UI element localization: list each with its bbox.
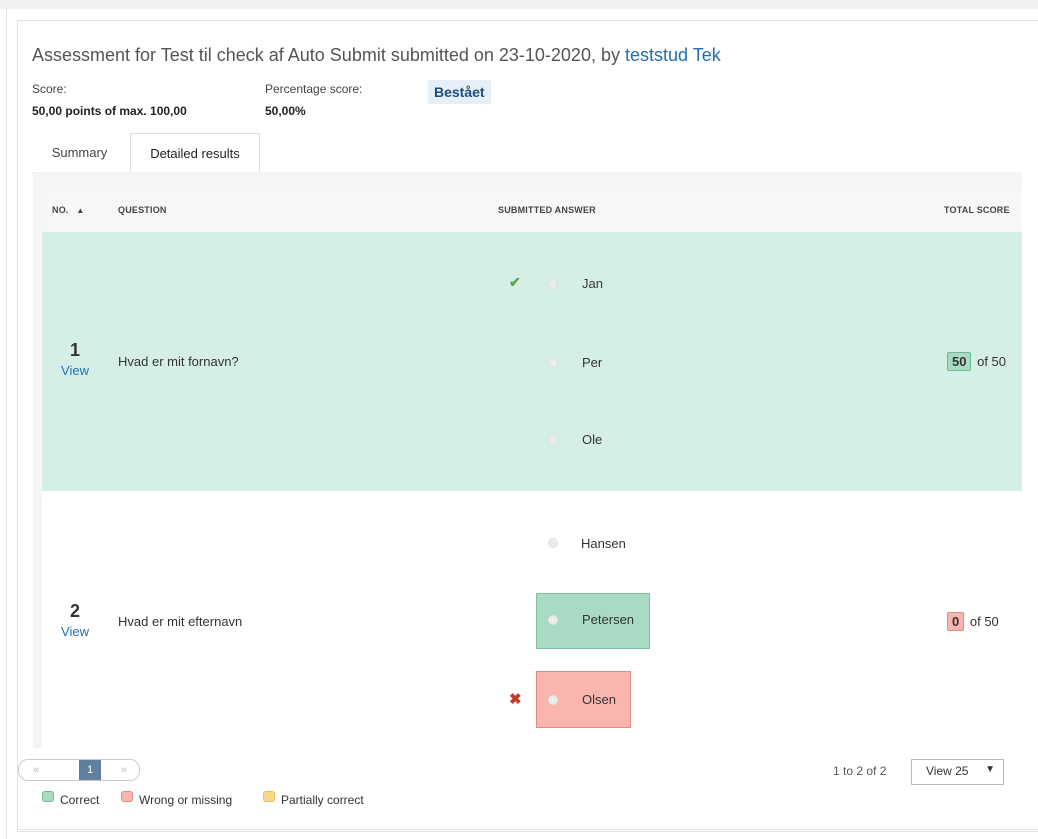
legend-partial: Partially correct [281,793,364,807]
table-row: 1 View Hvad er mit fornavn? ✔ Jan Per Ol… [42,232,1022,491]
answer-radio [548,615,558,625]
answer-radio [548,435,558,445]
answer-radio [548,279,558,289]
page-size-value: View 25 [926,764,969,778]
correct-swatch [42,791,54,802]
tab-detailed-results[interactable]: Detailed results [130,133,260,174]
question-score: 0 of 50 [947,612,999,631]
view-link[interactable]: View [42,363,108,378]
answer-option: Ole [582,432,603,447]
left-divider [6,9,7,839]
page-1-button[interactable]: 1 [79,760,101,780]
title-text: Assessment for Test til check af Auto Su… [32,45,620,65]
next-page-button[interactable]: » [113,760,135,780]
table-row: 2 View Hvad er mit efternavn Hansen Pete… [42,491,1022,749]
page-size-select[interactable]: View 25 ▼ [911,759,1004,785]
answer-option: Olsen [582,692,616,707]
column-total-score: TOTAL SCORE [944,205,1010,215]
legend-correct: Correct [60,793,100,807]
partial-swatch [263,791,275,802]
answer-radio [548,538,558,548]
score-value: 50,00 points of max. 100,00 [32,104,187,118]
answer-option: Jan [582,276,603,291]
prev-page-button[interactable]: « [25,760,47,780]
cross-icon: ✖ [509,691,522,708]
student-link[interactable]: teststud Tek [625,45,721,65]
answer-radio [548,358,558,368]
page-title: Assessment for Test til check af Auto Su… [32,45,721,66]
legend-wrong: Wrong or missing [139,793,233,807]
column-no-label: NO. [52,205,69,215]
check-icon: ✔ [509,274,521,290]
question-text: Hvad er mit fornavn? [118,354,239,369]
result-count: 1 to 2 of 2 [833,764,887,778]
score-max: of 50 [977,354,1007,369]
column-question: QUESTION [118,205,167,215]
tab-summary[interactable]: Summary [32,133,127,172]
question-score: 50 of 50 [947,352,1006,371]
question-number: 2 [69,601,80,621]
percentage-label: Percentage score: [265,82,363,96]
top-bar [0,0,1038,9]
panel-bottom-border [17,829,1038,830]
answer-radio [548,695,558,705]
score-points: 0 [947,612,965,631]
answer-option: Per [582,355,603,370]
question-text: Hvad er mit efternavn [118,614,243,629]
pagination: « 1 » [18,759,140,781]
percentage-value: 50,00% [265,104,306,118]
caret-down-icon: ▼ [985,764,995,775]
score-max: of 50 [969,614,999,629]
question-number: 1 [69,340,80,360]
tab-bar: Summary Detailed results [32,133,1022,174]
table-header: NO. ▲ QUESTION SUBMITTED ANSWER TOTAL SC… [42,186,1022,232]
sort-asc-icon: ▲ [76,206,85,215]
column-submitted-answer: SUBMITTED ANSWER [498,205,596,215]
wrong-swatch [121,791,133,802]
score-points: 50 [947,352,972,371]
answer-option: Petersen [582,612,635,627]
column-no[interactable]: NO. ▲ [52,205,84,215]
score-label: Score: [32,82,67,96]
status-badge: Bestået [428,80,491,104]
view-link[interactable]: View [42,624,108,639]
answer-option: Hansen [581,536,626,551]
